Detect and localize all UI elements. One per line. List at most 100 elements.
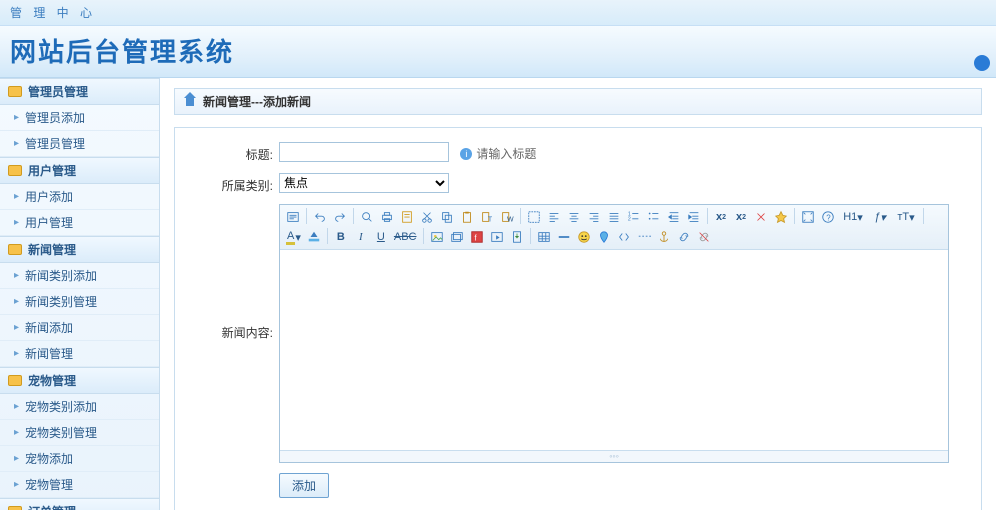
paste-text-icon[interactable]: T [478, 208, 496, 226]
superscript-icon[interactable]: x2 [732, 208, 750, 226]
sidebar-item-0-0[interactable]: ▸管理员添加 [0, 105, 159, 131]
arrow-icon: ▸ [14, 479, 19, 490]
align-center-icon[interactable] [565, 208, 583, 226]
copy-icon[interactable] [438, 208, 456, 226]
image-icon[interactable] [428, 228, 446, 246]
underline-icon[interactable]: U [372, 228, 390, 246]
forecolor-icon[interactable]: A▾ [284, 228, 303, 246]
arrow-icon: ▸ [14, 270, 19, 281]
fullscreen-icon[interactable] [799, 208, 817, 226]
separator [520, 208, 521, 224]
arrow-icon: ▸ [14, 453, 19, 464]
strike-icon[interactable]: ABC [392, 228, 419, 246]
sidebar-group-1[interactable]: 用户管理 [0, 157, 159, 184]
emoticon-icon[interactable] [575, 228, 593, 246]
flash-icon[interactable]: f [468, 228, 486, 246]
anchor-icon[interactable] [655, 228, 673, 246]
select-all-icon[interactable] [525, 208, 543, 226]
editor-resize-handle[interactable]: ◦◦◦ [280, 450, 948, 462]
breadcrumb: 新闻管理---添加新闻 [174, 88, 982, 115]
list-ul-icon[interactable] [645, 208, 663, 226]
align-right-icon[interactable] [585, 208, 603, 226]
sidebar-item-3-1[interactable]: ▸宠物类别管理 [0, 420, 159, 446]
sidebar-item-3-2[interactable]: ▸ 宠物添加 [0, 446, 159, 472]
separator [306, 208, 307, 224]
svg-text:W: W [507, 216, 514, 223]
print-icon[interactable] [378, 208, 396, 226]
paste-icon[interactable] [458, 208, 476, 226]
size-select[interactable]: тT▾ [893, 208, 919, 226]
top-bar: 管 理 中 心 [0, 0, 996, 26]
font-select[interactable]: ƒ▾ [869, 208, 891, 226]
italic-icon[interactable]: I [352, 228, 370, 246]
file-icon[interactable] [508, 228, 526, 246]
code-icon[interactable] [615, 228, 633, 246]
sidebar-group-0[interactable]: 管理员管理 [0, 78, 159, 105]
map-icon[interactable] [595, 228, 613, 246]
align-left-icon[interactable] [545, 208, 563, 226]
sidebar-item-3-3[interactable]: ▸ 宠物管理 [0, 472, 159, 498]
sidebar-group-title: 订单管理 [28, 503, 76, 510]
arrow-icon: ▸ [14, 296, 19, 307]
quickformat-icon[interactable] [772, 208, 790, 226]
pagebreak-icon[interactable] [635, 228, 653, 246]
sidebar-item-label: 用户管理 [25, 214, 73, 231]
separator [923, 208, 924, 224]
redo-icon[interactable] [331, 208, 349, 226]
indent-icon[interactable] [665, 208, 683, 226]
sidebar-item-1-1[interactable]: ▸用户管理 [0, 210, 159, 236]
sidebar-item-2-0[interactable]: ▸ 新闻类别添加 [0, 263, 159, 289]
folder-icon [8, 244, 22, 255]
preview-icon[interactable] [358, 208, 376, 226]
submit-button[interactable]: 添加 [279, 473, 329, 498]
sidebar-item-3-0[interactable]: ▸宠物类别添加 [0, 394, 159, 420]
sidebar-item-label: 用户添加 [25, 188, 73, 205]
heading-select[interactable]: H1▾ [839, 208, 867, 226]
sidebar-item-label: 新闻类别管理 [25, 293, 97, 310]
media-icon[interactable] [488, 228, 506, 246]
sidebar-item-label: 宠物管理 [25, 476, 73, 493]
remove-format-icon[interactable] [752, 208, 770, 226]
sidebar-group-2[interactable]: 新闻管理 [0, 236, 159, 263]
template-icon[interactable] [398, 208, 416, 226]
separator [423, 228, 424, 244]
title-hint: i 请输入标题 [460, 145, 536, 162]
editor-body[interactable] [280, 250, 948, 450]
subscript-icon[interactable]: x2 [712, 208, 730, 226]
folder-icon [8, 165, 22, 176]
sidebar-item-2-1[interactable]: ▸ 新闻类别管理 [0, 289, 159, 315]
sidebar-item-0-1[interactable]: ▸管理员管理 [0, 131, 159, 157]
arrow-icon: ▸ [14, 112, 19, 123]
paste-word-icon[interactable]: W [498, 208, 516, 226]
folder-icon [8, 506, 22, 510]
link-icon[interactable] [675, 228, 693, 246]
sidebar-item-label: 宠物添加 [25, 450, 73, 467]
category-select[interactable]: 焦点 [279, 173, 449, 193]
list-ol-icon[interactable]: 12 [625, 208, 643, 226]
backcolor-icon[interactable] [305, 228, 323, 246]
hr-icon[interactable] [555, 228, 573, 246]
sidebar-group-3[interactable]: 宠物管理 [0, 367, 159, 394]
sidebar-item-label: 新闻类别添加 [25, 267, 97, 284]
sidebar-item-1-0[interactable]: ▸用户添加 [0, 184, 159, 210]
home-icon [183, 96, 197, 108]
title-bar: 网站后台管理系统 [0, 26, 996, 78]
separator [707, 208, 708, 224]
bold-icon[interactable]: B [332, 228, 350, 246]
undo-icon[interactable] [311, 208, 329, 226]
title-input[interactable] [279, 142, 449, 162]
table-icon[interactable] [535, 228, 553, 246]
sidebar-item-2-2[interactable]: ▸新闻添加 [0, 315, 159, 341]
outdent-icon[interactable] [685, 208, 703, 226]
align-justify-icon[interactable] [605, 208, 623, 226]
unlink-icon[interactable] [695, 228, 713, 246]
cut-icon[interactable] [418, 208, 436, 226]
user-icon[interactable] [974, 55, 990, 71]
system-title: 网站后台管理系统 [10, 32, 986, 69]
sidebar-item-2-3[interactable]: ▸新闻管理 [0, 341, 159, 367]
source-icon[interactable] [284, 208, 302, 226]
svg-text:T: T [488, 216, 493, 223]
multi-image-icon[interactable] [448, 228, 466, 246]
about-icon[interactable]: ? [819, 208, 837, 226]
folder-icon [8, 86, 22, 97]
